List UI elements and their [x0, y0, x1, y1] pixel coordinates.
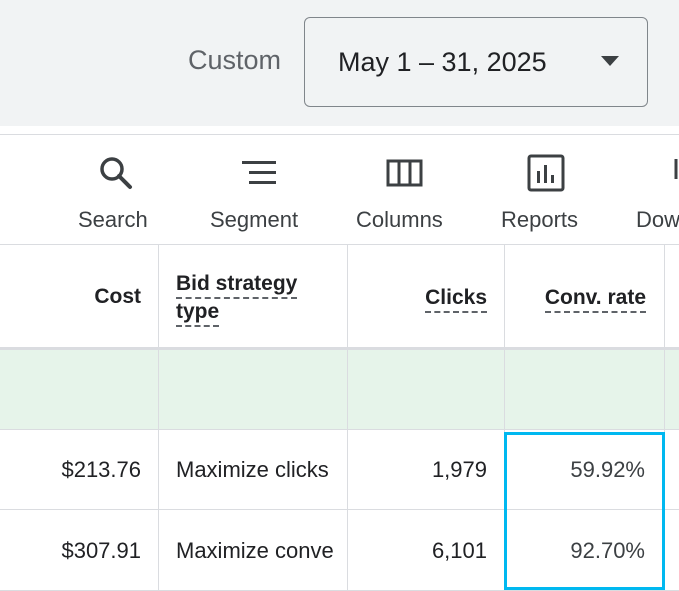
spacer: [0, 126, 679, 134]
reports-button[interactable]: Reports: [501, 135, 591, 245]
total-row-cell: [0, 348, 159, 430]
table-row-1-next: [665, 430, 679, 510]
table-row-1-cost: $213.76: [0, 430, 159, 510]
header-bid-strategy-label-line2: type: [176, 300, 220, 327]
table-row-1-clicks: 1,979: [348, 430, 505, 510]
bid-strategy-value: Maximize conve: [176, 538, 334, 563]
header-clicks[interactable]: Clicks: [348, 245, 505, 348]
total-row-cell: [665, 348, 679, 430]
date-range-dropdown[interactable]: May 1 – 31, 2025: [304, 17, 648, 107]
header-cost-label: Cost: [94, 285, 141, 308]
segment-label: Segment: [210, 207, 299, 232]
cost-value: $307.91: [61, 538, 141, 563]
date-range-bar: Custom May 1 – 31, 2025: [0, 0, 679, 126]
cost-value: $213.76: [61, 457, 141, 482]
table-row-1-bid-strategy: Maximize clicks: [159, 430, 348, 510]
table-row-2-cost: $307.91: [0, 510, 159, 591]
total-row-cell: [159, 348, 348, 430]
date-range-label: Custom: [188, 45, 282, 75]
columns-icon: [386, 159, 423, 187]
table-row-2-clicks: 6,101: [348, 510, 505, 591]
header-clicks-label: Clicks: [425, 286, 487, 313]
reports-label: Reports: [501, 207, 579, 232]
total-row-cell: [348, 348, 505, 430]
dropdown-caret-icon: [601, 56, 619, 66]
columns-button[interactable]: Columns: [356, 135, 456, 245]
segment-icon: [242, 161, 276, 184]
columns-label: Columns: [356, 207, 443, 232]
header-conv-rate[interactable]: Conv. rate: [505, 245, 665, 348]
download-label: Dow: [636, 207, 679, 232]
clicks-value: 6,101: [431, 538, 487, 563]
header-next-column: [665, 245, 679, 348]
conv-rate-highlight-box: [504, 432, 665, 590]
table-row-2-next: [665, 510, 679, 591]
clicks-value: 1,979: [431, 457, 487, 482]
header-conv-rate-label: Conv. rate: [544, 286, 646, 313]
header-bid-strategy-type[interactable]: Bid strategy type: [159, 245, 348, 348]
header-bid-strategy-label-line1: Bid strategy: [176, 272, 298, 299]
segment-button[interactable]: Segment: [209, 135, 309, 245]
download-button[interactable]: Dow: [636, 135, 679, 245]
search-icon: [100, 157, 132, 189]
bid-strategy-value: Maximize clicks: [176, 457, 329, 482]
search-button[interactable]: Search: [78, 135, 158, 245]
header-cost[interactable]: Cost: [0, 245, 159, 348]
date-range-value: May 1 – 31, 2025: [338, 47, 547, 77]
table-toolbar: Search Segment Columns Reports Dow: [0, 134, 679, 245]
table-row-2-bid-strategy: Maximize conve: [159, 510, 348, 591]
search-label: Search: [78, 207, 148, 232]
download-icon: [674, 159, 678, 179]
reports-icon: [527, 154, 565, 192]
total-row-cell: [505, 348, 665, 430]
